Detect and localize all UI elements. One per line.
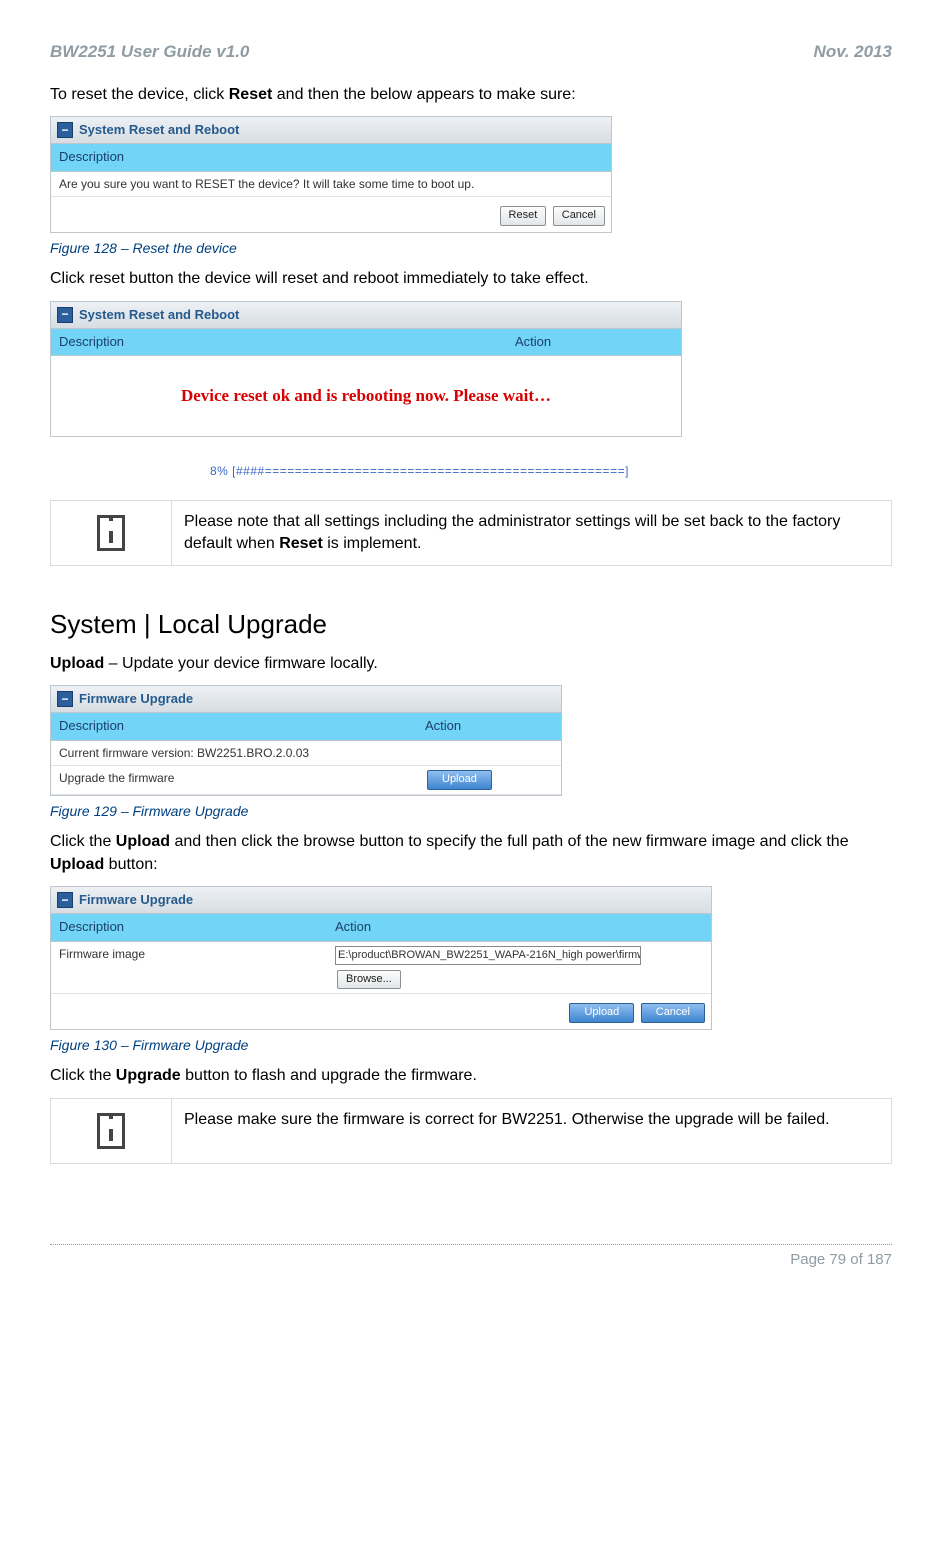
info-note: Please note that all settings including … (50, 500, 892, 567)
screenshot-reset-confirm: − System Reset and Reboot Description Ar… (50, 116, 612, 233)
panel-title: System Reset and Reboot (79, 306, 239, 324)
panel-titlebar: − System Reset and Reboot (51, 117, 611, 144)
figure-caption: Figure 129 – Firmware Upgrade (50, 802, 892, 822)
panel-row: Current firmware version: BW2251.BRO.2.0… (51, 741, 561, 767)
col-action: Action (507, 329, 681, 356)
panel-header-row: Description Action (51, 914, 711, 941)
browse-button[interactable]: Browse... (337, 970, 401, 989)
panel-titlebar: − Firmware Upgrade (51, 887, 711, 914)
panel-header-row: Description Action (51, 329, 681, 356)
paragraph: To reset the device, click Reset and the… (50, 84, 892, 106)
page-header: BW2251 User Guide v1.0 Nov. 2013 (50, 40, 892, 64)
col-description: Description (51, 713, 417, 740)
collapse-icon: − (57, 691, 73, 707)
panel-header-row: Description (51, 144, 611, 171)
upgrade-label: Upgrade the firmware (51, 766, 417, 794)
panel-row: Upgrade the firmware Upload (51, 766, 561, 794)
firmware-path-input[interactable]: E:\product\BROWAN_BW2251_WAPA-216N_high … (335, 946, 641, 965)
panel-row: Firmware image E:\product\BROWAN_BW2251_… (51, 942, 711, 995)
info-icon-cell (51, 501, 172, 566)
cancel-button[interactable]: Cancel (641, 1003, 705, 1022)
doc-date: Nov. 2013 (814, 40, 892, 64)
firmware-version: Current firmware version: BW2251.BRO.2.0… (51, 741, 417, 767)
info-icon (97, 1113, 125, 1149)
col-action: Action (417, 713, 561, 740)
panel-row: Are you sure you want to RESET the devic… (51, 172, 611, 198)
panel-footer: Upload Cancel (51, 994, 711, 1028)
collapse-icon: − (57, 307, 73, 323)
upload-button[interactable]: Upload (427, 770, 492, 789)
screenshot-firmware-path: − Firmware Upgrade Description Action Fi… (50, 886, 712, 1029)
paragraph: Upload – Update your device firmware loc… (50, 653, 892, 675)
info-icon (97, 515, 125, 551)
info-note: Please make sure the firmware is correct… (50, 1098, 892, 1164)
info-text: Please note that all settings including … (172, 501, 891, 566)
col-description: Description (51, 329, 507, 356)
panel-header-row: Description Action (51, 713, 561, 740)
separator (50, 1244, 892, 1245)
panel-title: Firmware Upgrade (79, 891, 193, 909)
col-description: Description (51, 914, 327, 941)
col-action: Action (327, 914, 711, 941)
upload-button[interactable]: Upload (569, 1003, 634, 1022)
screenshot-firmware-upgrade: − Firmware Upgrade Description Action Cu… (50, 685, 562, 796)
reset-button[interactable]: Reset (500, 206, 547, 225)
panel-titlebar: − Firmware Upgrade (51, 686, 561, 713)
figure-caption: Figure 130 – Firmware Upgrade (50, 1036, 892, 1056)
page-footer: Page 79 of 187 (50, 1249, 892, 1270)
info-icon-cell (51, 1099, 172, 1163)
collapse-icon: − (57, 122, 73, 138)
firmware-image-label: Firmware image (51, 942, 327, 995)
paragraph: Click the Upload and then click the brow… (50, 831, 892, 876)
screenshot-rebooting: − System Reset and Reboot Description Ac… (50, 301, 682, 437)
reboot-message: Device reset ok and is rebooting now. Pl… (51, 356, 681, 436)
info-text: Please make sure the firmware is correct… (172, 1099, 891, 1163)
cancel-button[interactable]: Cancel (553, 206, 605, 225)
panel-titlebar: − System Reset and Reboot (51, 302, 681, 329)
progress-indicator: 8% [####================================… (50, 443, 892, 490)
section-heading: System | Local Upgrade (50, 606, 892, 642)
paragraph: Click reset button the device will reset… (50, 268, 892, 290)
col-description: Description (51, 144, 611, 171)
reset-question: Are you sure you want to RESET the devic… (51, 172, 611, 198)
panel-footer: Reset Cancel (51, 197, 611, 231)
collapse-icon: − (57, 892, 73, 908)
panel-title: System Reset and Reboot (79, 121, 239, 139)
figure-caption: Figure 128 – Reset the device (50, 239, 892, 259)
doc-title: BW2251 User Guide v1.0 (50, 40, 249, 64)
panel-title: Firmware Upgrade (79, 690, 193, 708)
paragraph: Click the Upgrade button to flash and up… (50, 1065, 892, 1087)
